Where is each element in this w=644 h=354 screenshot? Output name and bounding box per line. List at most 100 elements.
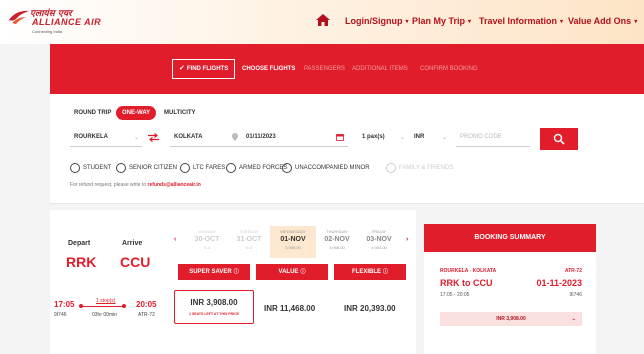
- date-option-01-nov[interactable]: WEDNESDAY 01-NOV 3,908.00: [270, 226, 316, 258]
- chevron-down-icon: ▾: [634, 19, 638, 25]
- from-field[interactable]: ROURKELA: [74, 134, 108, 140]
- trip-one-way[interactable]: ONE-WAY: [116, 106, 157, 120]
- fare-header-flexible[interactable]: FLEXIBLE ⓘ: [334, 264, 406, 280]
- refund-note: For refund request, please write to refu…: [70, 182, 201, 188]
- fare-type-senior-citizen[interactable]: SENIOR CITIZEN: [116, 162, 177, 174]
- fare-header-value[interactable]: VALUE ⓘ: [256, 264, 328, 280]
- date-field[interactable]: 01/11/2023: [246, 134, 276, 140]
- seats-left-note: 1 SEATS LEFT AT THIS PRICE: [189, 312, 239, 316]
- step-label: FIND FLIGHTS: [186, 66, 229, 72]
- fare-type-label: LTC FARES: [193, 165, 226, 171]
- summary-price-dropdown[interactable]: INR 3,908.00 ⌄: [440, 312, 582, 326]
- date-day-month: 30-OCT: [194, 236, 220, 243]
- pax-dropdown-chevron-icon: ⌄: [400, 135, 406, 141]
- route-line: [80, 306, 124, 307]
- summary-aircraft: ATR-72: [564, 268, 582, 274]
- trip-multicity[interactable]: MULTICITY: [164, 106, 196, 120]
- aircraft-type: ATR-72: [138, 312, 155, 318]
- nav-label: Travel Information: [479, 16, 558, 26]
- value-price-option[interactable]: INR 11,468.00: [264, 304, 315, 313]
- super-saver-price-option[interactable]: INR 3,908.00 1 SEATS LEFT AT THIS PRICE: [174, 290, 254, 324]
- chevron-down-icon: ▾: [405, 19, 409, 25]
- fare-type-label: SENIOR CITIZEN: [129, 165, 178, 171]
- refund-email-link[interactable]: refunds@allianceair.in: [148, 182, 201, 188]
- radio-button[interactable]: [70, 163, 80, 173]
- step-passengers: PASSENGERS: [304, 66, 345, 72]
- depart-label: Depart: [68, 240, 91, 247]
- info-icon[interactable]: ⓘ: [383, 269, 388, 275]
- promo-code-input[interactable]: PROMO CODE: [460, 134, 502, 140]
- summary-route: ROURKELA - KOLKATA: [440, 268, 497, 274]
- previous-dates-chevron-icon[interactable]: ‹: [174, 236, 176, 243]
- refund-text: For refund request, please write to: [70, 182, 147, 188]
- alliance-air-logo[interactable]: एलायंस एयर ALLIANCE AIR Connecting India: [8, 6, 118, 36]
- bird-logo-icon: [9, 10, 29, 24]
- fare-type-student[interactable]: STUDENT: [70, 162, 111, 174]
- search-icon: [553, 133, 565, 145]
- summary-flight-number: 9I746: [569, 292, 582, 298]
- fare-type-unaccompanied-minor[interactable]: UNACCOMPANIED MINOR: [282, 162, 370, 174]
- chevron-down-icon: ▾: [560, 19, 564, 25]
- logo-tagline: Connecting India: [32, 29, 63, 34]
- fare-type-armed-forces[interactable]: ARMED FORCES: [226, 162, 287, 174]
- nav-label: Value Add Ons: [568, 16, 632, 26]
- radio-button[interactable]: [116, 163, 126, 173]
- nav-label: Login/Signup: [345, 16, 403, 26]
- flexible-price-option[interactable]: INR 20,393.00: [344, 304, 396, 313]
- info-icon[interactable]: ⓘ: [300, 269, 305, 275]
- step-find-flights[interactable]: ✓ FIND FLIGHTS: [172, 59, 236, 79]
- nav-value-add-ons[interactable]: Value Add Ons ▾: [568, 16, 637, 26]
- currency-select[interactable]: INR: [414, 134, 424, 140]
- date-option-03-nov[interactable]: FRIDAY 03-NOV 4,903.00: [356, 226, 402, 258]
- fare-header-label: VALUE: [278, 269, 299, 275]
- info-icon[interactable]: ⓘ: [234, 269, 239, 275]
- origin-code: RRK: [66, 254, 97, 270]
- summary-codes: RRK to CCU: [440, 278, 493, 288]
- flight-duration: 03hr 00min: [92, 312, 118, 318]
- nav-login-signup[interactable]: Login/Signup ▾: [345, 16, 409, 26]
- chevron-down-icon: ⌄: [571, 316, 576, 322]
- fare-type-ltc-fares[interactable]: LTC FARES: [180, 162, 225, 174]
- departure-time: 17:05: [54, 300, 75, 309]
- passenger-select[interactable]: 1 pax(s): [362, 134, 385, 140]
- trip-round-trip[interactable]: ROUND TRIP: [74, 106, 111, 120]
- to-underline: [170, 146, 242, 147]
- from-dropdown-chevron-icon: ⌄: [134, 135, 140, 141]
- fare-type-label: FAMILY & FRIENDS: [399, 165, 454, 171]
- super-saver-price: INR 3,908.00: [190, 298, 238, 307]
- radio-button[interactable]: [282, 163, 292, 173]
- nav-plan-my-trip[interactable]: Plan My Trip ▾: [412, 16, 471, 26]
- date-price: 3,908.00: [285, 245, 301, 250]
- home-icon[interactable]: [316, 14, 330, 26]
- calendar-icon[interactable]: [336, 133, 344, 141]
- fare-header-label: FLEXIBLE: [351, 269, 381, 275]
- chevron-down-icon: ▾: [468, 19, 472, 25]
- swap-icon[interactable]: [148, 133, 159, 142]
- from-underline: [70, 146, 142, 147]
- fare-header-super-saver[interactable]: SUPER SAVER ⓘ: [178, 264, 250, 280]
- radio-button[interactable]: [180, 163, 190, 173]
- date-day-month: 01-NOV: [280, 236, 306, 243]
- step-additional-items: ADDITIONAL ITEMS: [352, 66, 408, 72]
- location-pin-icon: [232, 133, 238, 141]
- booking-summary-panel: BOOKING SUMMARY ROURKELA - KOLKATA ATR-7…: [424, 224, 596, 354]
- date-option-02-nov[interactable]: THURSDAY 02-NOV 3,908.00: [314, 226, 360, 258]
- route-end-dot: [122, 304, 126, 308]
- fare-type-label: ARMED FORCES: [239, 165, 288, 171]
- stops-link[interactable]: 1 stop(s): [96, 298, 115, 304]
- nav-label: Plan My Trip: [412, 16, 466, 26]
- fare-header-label: SUPER SAVER: [189, 269, 232, 275]
- summary-time: 17:05 - 20:05: [440, 292, 470, 298]
- search-flights-button[interactable]: [540, 128, 578, 150]
- next-dates-chevron-icon[interactable]: ›: [406, 236, 408, 243]
- to-field[interactable]: KOLKATA: [174, 134, 202, 140]
- date-weekday: THURSDAY: [326, 229, 348, 234]
- date-weekday: MONDAY: [198, 229, 216, 234]
- booking-steps-banner: ✓ FIND FLIGHTS CHOOSE FLIGHTS PASSENGERS …: [50, 44, 644, 94]
- arrive-label: Arrive: [122, 240, 143, 247]
- date-option-30-oct: MONDAY 30-OCT N.A: [184, 226, 230, 258]
- radio-button: [386, 163, 396, 173]
- date-price: 4,903.00: [371, 245, 387, 250]
- nav-travel-information[interactable]: Travel Information ▾: [479, 16, 563, 26]
- radio-button[interactable]: [226, 163, 236, 173]
